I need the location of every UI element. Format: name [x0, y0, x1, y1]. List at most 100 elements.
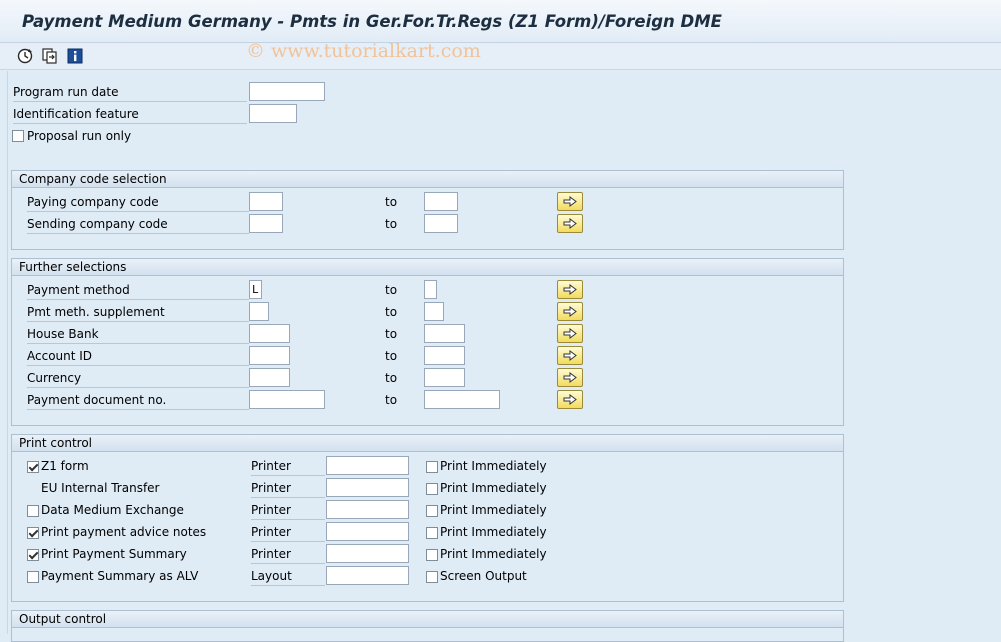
print-immediately-label: Print Immediately	[440, 481, 547, 495]
pmt-meth-supplement-to[interactable]	[424, 302, 444, 321]
company-code-frame: Company code selection Paying company co…	[11, 170, 844, 250]
paying-company-label: Paying company code	[27, 193, 249, 212]
print-immediately-label: Print Immediately	[440, 525, 547, 539]
dme-printer-field[interactable]	[326, 500, 409, 519]
pmt-meth-supplement-from[interactable]	[249, 302, 269, 321]
proposal-run-label: Proposal run only	[27, 129, 132, 143]
multiple-selection-button[interactable]	[557, 302, 583, 321]
z1-form-printer-field[interactable]	[326, 456, 409, 475]
multiple-selection-button[interactable]	[557, 346, 583, 365]
execute-icon[interactable]	[16, 47, 34, 65]
arrow-right-icon	[563, 306, 577, 317]
output-control-frame: Output control	[11, 610, 844, 642]
arrow-right-icon	[563, 328, 577, 339]
printer-label: Printer	[251, 479, 325, 498]
payment-summary-alv-checkbox[interactable]	[27, 571, 39, 583]
identification-field[interactable]	[249, 104, 297, 123]
print-control-frame: Print control Z1 form Printer Print Imme…	[11, 434, 844, 602]
summary-printer-field[interactable]	[326, 544, 409, 563]
payment-advice-notes-label: Print payment advice notes	[41, 525, 207, 539]
info-icon[interactable]	[66, 47, 84, 65]
z1-form-print-immediately-checkbox[interactable]	[426, 461, 438, 473]
window-title: Payment Medium Germany - Pmts in Ger.For…	[22, 12, 722, 31]
print-immediately-label: Print Immediately	[440, 547, 547, 561]
account-id-to-label: to	[385, 349, 398, 363]
payment-summary-alv-label: Payment Summary as ALV	[41, 569, 199, 583]
paying-company-from[interactable]	[249, 192, 283, 211]
z1-form-checkbox[interactable]	[27, 461, 39, 473]
eu-transfer-print-immediately-checkbox[interactable]	[426, 483, 438, 495]
screen-output-checkbox[interactable]	[426, 571, 438, 583]
sending-company-to-label: to	[385, 217, 398, 231]
data-medium-exchange-label: Data Medium Exchange	[41, 503, 184, 517]
arrow-right-icon	[563, 218, 577, 229]
currency-to[interactable]	[424, 368, 465, 387]
payment-method-from[interactable]: L	[249, 280, 262, 299]
account-id-label: Account ID	[27, 347, 249, 366]
multiple-selection-button[interactable]	[557, 214, 583, 233]
arrow-right-icon	[563, 196, 577, 207]
multiple-selection-button[interactable]	[557, 280, 583, 299]
arrow-right-icon	[563, 394, 577, 405]
pmt-meth-supplement-to-label: to	[385, 305, 398, 319]
further-selections-frame: Further selections Payment method L to P…	[11, 258, 844, 426]
house-bank-label: House Bank	[27, 325, 249, 344]
house-bank-to-label: to	[385, 327, 398, 341]
print-control-header: Print control	[12, 435, 843, 452]
proposal-run-checkbox[interactable]	[12, 130, 24, 142]
printer-label: Printer	[251, 545, 325, 564]
currency-from[interactable]	[249, 368, 290, 387]
payment-advice-notes-checkbox[interactable]	[27, 527, 39, 539]
arrow-right-icon	[563, 350, 577, 361]
paying-company-to[interactable]	[424, 192, 458, 211]
advice-notes-printer-field[interactable]	[326, 522, 409, 541]
arrow-right-icon	[563, 284, 577, 295]
summary-print-immediately-checkbox[interactable]	[426, 549, 438, 561]
print-immediately-label: Print Immediately	[440, 503, 547, 517]
run-date-label: Program run date	[13, 83, 247, 102]
selection-screen: Program run date Identification feature …	[7, 71, 1001, 642]
payment-document-label: Payment document no.	[27, 391, 249, 410]
sending-company-to[interactable]	[424, 214, 458, 233]
pmt-meth-supplement-label: Pmt meth. supplement	[27, 303, 249, 322]
eu-transfer-printer-field[interactable]	[326, 478, 409, 497]
run-date-field[interactable]	[249, 82, 325, 101]
payment-method-to-label: to	[385, 283, 398, 297]
sending-company-from[interactable]	[249, 214, 283, 233]
printer-label: Printer	[251, 501, 325, 520]
house-bank-from[interactable]	[249, 324, 290, 343]
payment-summary-checkbox[interactable]	[27, 549, 39, 561]
alv-layout-field[interactable]	[326, 566, 409, 585]
payment-document-to-label: to	[385, 393, 398, 407]
output-control-header: Output control	[12, 611, 843, 628]
paying-company-to-label: to	[385, 195, 398, 209]
company-code-header: Company code selection	[12, 171, 843, 188]
layout-label: Layout	[251, 567, 325, 586]
multiple-selection-button[interactable]	[557, 390, 583, 409]
eu-internal-transfer-label: EU Internal Transfer	[41, 481, 160, 495]
currency-label: Currency	[27, 369, 249, 388]
multiple-selection-button[interactable]	[557, 324, 583, 343]
get-variant-icon[interactable]	[41, 47, 59, 65]
advice-notes-print-immediately-checkbox[interactable]	[426, 527, 438, 539]
printer-label: Printer	[251, 457, 325, 476]
dme-print-immediately-checkbox[interactable]	[426, 505, 438, 517]
house-bank-to[interactable]	[424, 324, 465, 343]
watermark: © www.tutorialkart.com	[246, 40, 481, 62]
payment-document-from[interactable]	[249, 390, 325, 409]
account-id-to[interactable]	[424, 346, 465, 365]
screen-output-label: Screen Output	[440, 569, 527, 583]
print-immediately-label: Print Immediately	[440, 459, 547, 473]
account-id-from[interactable]	[249, 346, 290, 365]
payment-method-label: Payment method	[27, 281, 249, 300]
identification-label: Identification feature	[13, 105, 247, 124]
arrow-right-icon	[563, 372, 577, 383]
data-medium-exchange-checkbox[interactable]	[27, 505, 39, 517]
title-bar: Payment Medium Germany - Pmts in Ger.For…	[0, 0, 1001, 43]
multiple-selection-button[interactable]	[557, 192, 583, 211]
z1-form-label: Z1 form	[41, 459, 89, 473]
payment-method-to[interactable]	[424, 280, 437, 299]
multiple-selection-button[interactable]	[557, 368, 583, 387]
currency-to-label: to	[385, 371, 398, 385]
payment-document-to[interactable]	[424, 390, 500, 409]
